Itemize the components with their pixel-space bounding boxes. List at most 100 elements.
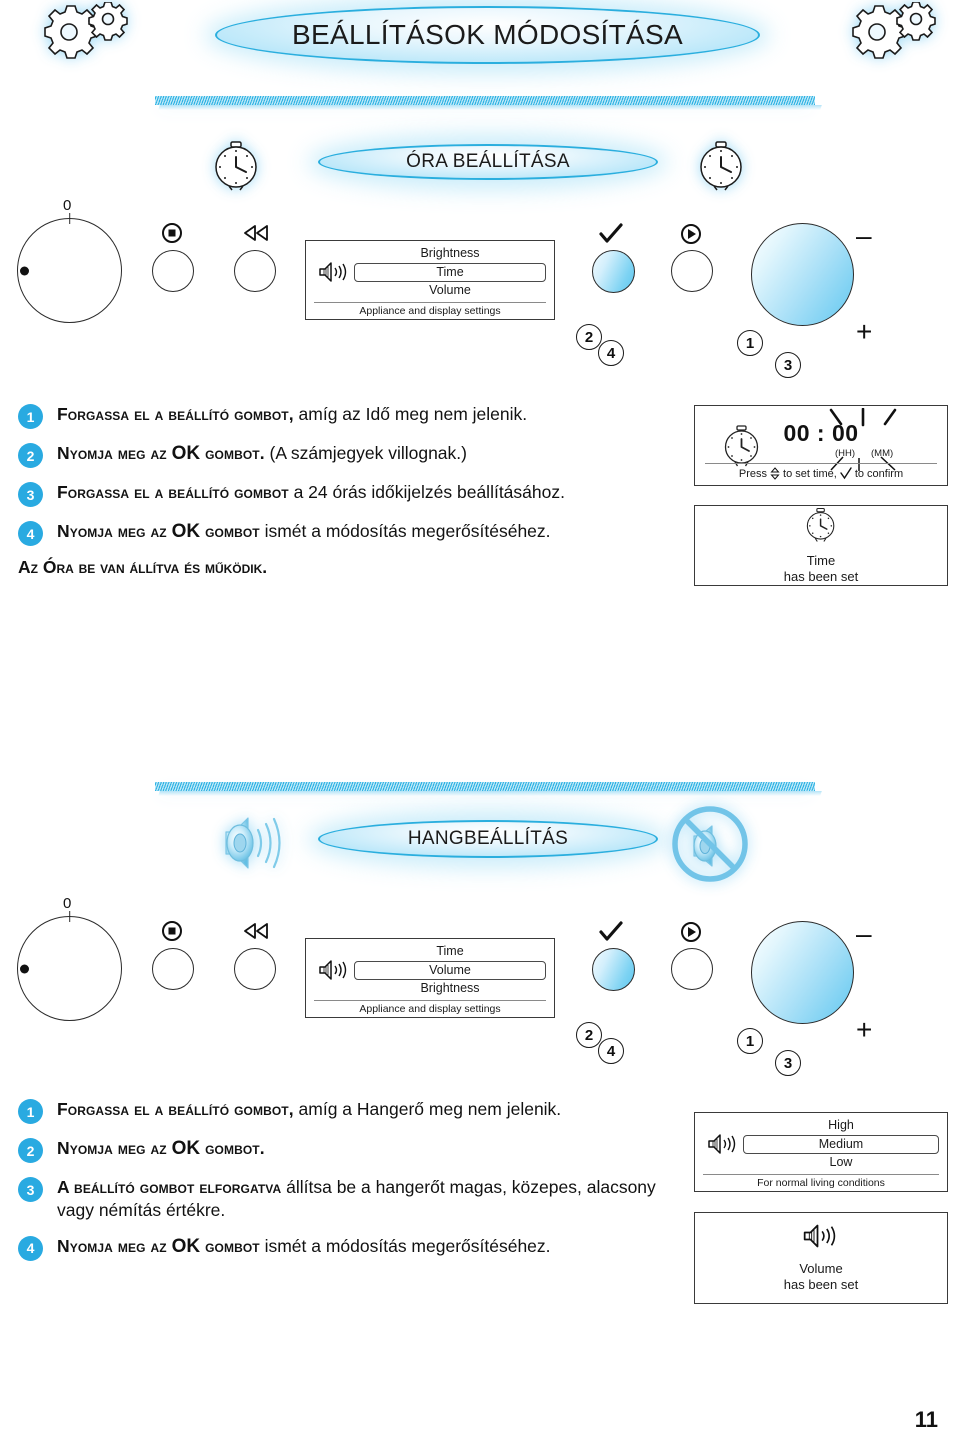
setting-knob[interactable] <box>751 921 854 1024</box>
gears-icon-right <box>834 1 938 69</box>
checkmark-hint-icon <box>840 467 852 480</box>
clock-icon-confirm <box>802 505 840 550</box>
callout-step-2: 2 <box>576 324 602 350</box>
rewind-button[interactable] <box>234 948 276 990</box>
step-text: Forgassa el a beállító gombot, amíg a Ha… <box>57 1098 561 1121</box>
decorative-divider-top <box>155 96 815 105</box>
knob-pointer-dot <box>20 266 29 275</box>
confirm-line-1: Time <box>806 552 836 568</box>
menu-option[interactable]: Brightness <box>354 245 546 263</box>
menu-option[interactable]: Brightness <box>354 980 546 998</box>
speaker-on-icon <box>218 806 296 885</box>
step-text: Nyomja meg az OK gombot ismét a módosítá… <box>57 1235 551 1260</box>
step-text-caps: Forgassa el a beállító gombot, <box>57 404 294 424</box>
volume-display-footer: For normal living conditions <box>703 1173 939 1192</box>
volume-option-selected[interactable]: Medium <box>743 1134 939 1155</box>
clock-menu-options: Brightness Time Volume <box>354 245 546 300</box>
step-text-caps: Forgassa el a beállító gombot, <box>57 1099 294 1119</box>
instruction-step: 2 Nyomja meg az OK gombot. (A számjegyek… <box>18 442 668 468</box>
time-value: 00 : 00 <box>783 420 859 446</box>
menu-option-selected[interactable]: Volume <box>354 960 546 981</box>
speaker-icon <box>314 958 354 982</box>
stop-button[interactable] <box>152 948 194 990</box>
step-number-badge: 1 <box>18 404 43 429</box>
instruction-step: 2 Nyomja meg az OK gombot. <box>18 1137 668 1163</box>
instruction-step: 4 Nyomja meg az OK gombot ismét a módosí… <box>18 1235 668 1261</box>
callout-step-1: 1 <box>737 330 763 356</box>
ok-button[interactable] <box>592 250 635 293</box>
menu-option-selected[interactable]: Time <box>354 262 546 283</box>
step-number-badge: 3 <box>18 482 43 507</box>
callout-step-4: 4 <box>598 1038 624 1064</box>
clock-setting-display: 00 : 00 (HH) (MM) Press to set time, to … <box>694 405 948 486</box>
step-number-badge: 2 <box>18 443 43 468</box>
step-text-caps: Forgassa el a beállító gombot <box>57 482 289 502</box>
knob-zero-label: 0 <box>63 197 72 214</box>
stop-button[interactable] <box>152 250 194 292</box>
sound-menu-display: Time Volume Brightness Appliance and dis… <box>305 938 555 1018</box>
step-text-rest: a 24 órás időkijelzés beállításához. <box>288 482 565 502</box>
time-hint-pre: Press <box>738 467 768 480</box>
play-button[interactable] <box>671 948 713 990</box>
ok-label: OK <box>171 1138 201 1159</box>
rewind-button[interactable] <box>234 250 276 292</box>
gears-icon-left <box>26 1 130 69</box>
page-number: 11 <box>914 1407 938 1432</box>
step-text: Forgassa el a beállító gombot, amíg az I… <box>57 403 527 426</box>
callout-step-1: 1 <box>737 1028 763 1054</box>
step-text-caps-post: gombot. <box>200 443 265 463</box>
sound-menu-options: Time Volume Brightness <box>354 943 546 998</box>
plus-label: + <box>856 1014 873 1045</box>
step-text-rest: amíg a Hangerő meg nem jelenik. <box>293 1099 562 1119</box>
clock-icon-right <box>690 134 752 201</box>
ok-label: OK <box>171 521 201 542</box>
minus-label: – <box>856 918 872 949</box>
confirm-line-2: has been set <box>783 1277 859 1293</box>
checkmark-icon <box>597 222 625 246</box>
knob-top-tick <box>68 213 71 224</box>
menu-option[interactable]: Time <box>354 943 546 961</box>
volume-option[interactable]: High <box>743 1117 939 1135</box>
volume-option[interactable]: Low <box>743 1154 939 1172</box>
menu-option[interactable]: Volume <box>354 282 546 300</box>
instruction-step: 4 Nyomja meg az OK gombot ismét a módosí… <box>18 520 668 546</box>
step-text: Forgassa el a beállító gombot a 24 órás … <box>57 481 565 504</box>
rewind-icon <box>241 222 271 244</box>
step-text-caps-pre: Nyomja meg az <box>57 443 172 463</box>
selector-knob[interactable] <box>17 911 122 1021</box>
clock-icon-left <box>205 134 267 201</box>
step-text-caps-post: gombot <box>200 521 260 541</box>
clock-menu-footer: Appliance and display settings <box>314 301 546 320</box>
instruction-step: 1 Forgassa el a beállító gombot, amíg a … <box>18 1098 668 1124</box>
step-text-rest: ismét a módosítás megerősítéséhez. <box>259 521 551 541</box>
page-title: BEÁLLÍTÁSOK MÓDOSÍTÁSA <box>292 19 683 50</box>
time-hint-post: to confirm <box>854 467 904 480</box>
sound-section-title-banner: HANGBEÁLLÍTÁS <box>318 820 658 858</box>
sound-section-title: HANGBEÁLLÍTÁS <box>407 828 569 849</box>
up-down-arrow-icon <box>770 467 780 480</box>
clock-confirmation-display: Time has been set <box>694 505 948 586</box>
step-text-rest: ismét a módosítás megerősítéséhez. <box>259 1235 551 1256</box>
callout-step-2: 2 <box>576 1022 602 1048</box>
stop-icon <box>158 920 186 942</box>
checkmark-icon <box>597 920 625 944</box>
step-text-rest: amíg az Idő meg nem jelenik. <box>293 404 528 424</box>
speaker-icon-confirm <box>801 1222 841 1255</box>
instruction-step: 1 Forgassa el a beállító gombot, amíg az… <box>18 403 668 429</box>
callout-step-3: 3 <box>775 352 801 378</box>
play-button[interactable] <box>671 250 713 292</box>
step-text: Nyomja meg az OK gombot ismét a módosítá… <box>57 520 551 545</box>
callout-step-3: 3 <box>775 1050 801 1076</box>
step-number-badge: 4 <box>18 521 43 546</box>
time-value-row: 00 : 00 <box>695 420 947 447</box>
selector-knob[interactable] <box>17 213 122 323</box>
knob-pointer-dot <box>20 964 29 973</box>
setting-knob[interactable] <box>751 223 854 326</box>
step-number-badge: 2 <box>18 1138 43 1163</box>
knob-top-tick <box>68 911 71 922</box>
ok-label: OK <box>171 1235 201 1257</box>
ok-button[interactable] <box>592 948 635 991</box>
step-text-caps-pre: Nyomja meg az <box>57 521 172 541</box>
time-hint-mid: to set time, <box>783 467 837 480</box>
manual-page: BEÁLLÍTÁSOK MÓDOSÍTÁSA ÓRA BEÁLLÍTÁSA 0 … <box>0 0 960 1447</box>
